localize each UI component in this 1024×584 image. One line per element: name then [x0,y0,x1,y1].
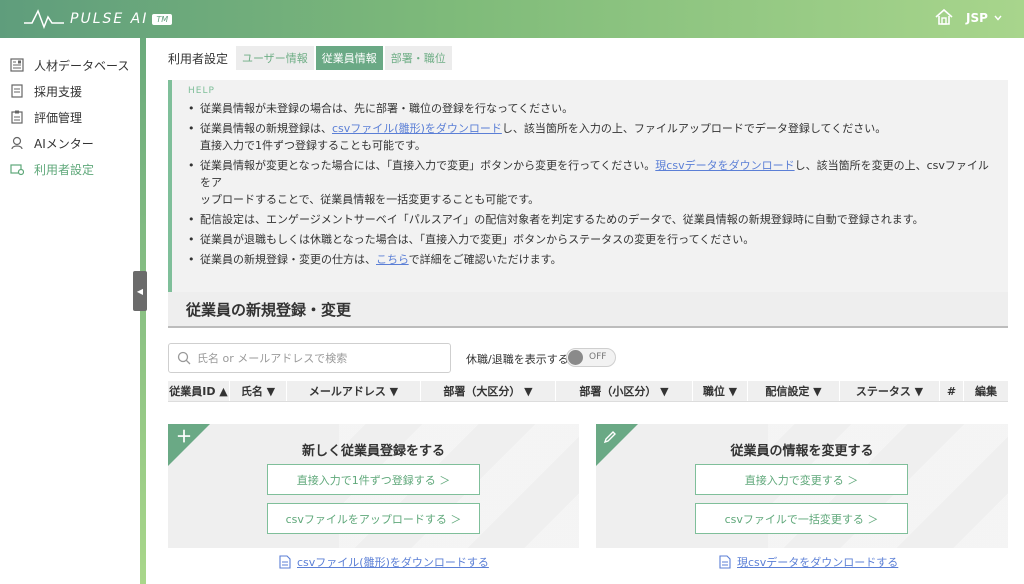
toggle-knob [568,350,583,365]
database-icon [10,58,24,72]
help-item: 従業員が退職もしくは休職となった場合は、「直接入力で変更」ボタンからステータスの… [188,231,996,248]
page-title: 利用者設定 [168,51,229,66]
sidebar-collapse-button[interactable]: ◀ [133,271,147,311]
column-status[interactable]: ステータス ▼ [840,381,940,401]
sidebar: 人材データベース 採用支援 評価管理 AIメンター 利用者設定 [0,38,140,584]
sidebar-item-evaluation[interactable]: 評価管理 [0,104,140,130]
home-icon[interactable] [934,7,954,27]
settings-icon [10,162,24,176]
sidebar-item-label: 評価管理 [34,110,83,125]
table-header: 従業員ID ▲ 氏名 ▼ メールアドレス ▼ 部署（大区分） ▼ 部署（小区分）… [168,381,1008,402]
help-label: HELP [188,86,215,96]
logo[interactable]: PULSE AI TM [24,9,173,29]
document-icon [10,84,24,98]
sidebar-item-label: 採用支援 [34,84,83,99]
column-delivery-setting[interactable]: 配信設定 ▼ [748,381,840,401]
tab-department-position[interactable]: 部署・職位 [384,46,452,70]
section-title: 従業員の新規登録・変更 [168,292,1008,328]
mentor-icon [10,136,24,150]
column-employee-id[interactable]: 従業員ID ▲ [168,381,230,401]
logo-tm: TM [152,13,173,25]
sidebar-item-recruit[interactable]: 採用支援 [0,78,140,104]
direct-edit-button[interactable]: 直接入力で変更する ＞ [695,464,908,495]
search-box[interactable] [168,343,451,373]
column-department-major[interactable]: 部署（大区分） ▼ [421,381,556,401]
chevron-down-icon [994,15,1002,21]
logo-text: PULSE AI [70,11,149,27]
sidebar-item-ai-mentor[interactable]: AIメンター [0,130,140,156]
column-name[interactable]: 氏名 ▼ [230,381,287,401]
help-item: 従業員情報が変更となった場合には、「直接入力で変更」ボタンから変更を行ってくださ… [188,157,996,208]
csv-template-download-link-bottom[interactable]: csvファイル(雛形)をダウンロードする [279,554,489,570]
search-input[interactable] [197,351,437,365]
chevron-left-icon: ◀ [136,286,144,296]
help-item: 従業員情報の新規登録は、csvファイル(雛形)をダウンロードし、該当箇所を入力の… [188,120,996,154]
current-csv-download-link[interactable]: 現csvデータをダウンロード [655,159,794,172]
new-employee-card: ＋ 新しく従業員登録をする 直接入力で1件ずつ登録する ＞ csvファイルをアッ… [168,424,579,548]
details-link[interactable]: こちら [376,253,409,266]
help-panel: HELP 従業員情報が未登録の場合は、先に部署・職位の登録を行なってください。 … [168,80,1008,300]
toggle-label: 休職/退職を表示する [466,353,569,366]
show-inactive-toggle[interactable]: OFF [566,348,616,367]
search-icon [177,351,191,365]
top-bar: PULSE AI TM JSP [0,0,1024,38]
direct-register-button[interactable]: 直接入力で1件ずつ登録する ＞ [267,464,480,495]
card-title: 新しく従業員登録をする [301,444,445,459]
user-label: JSP [966,11,988,25]
column-department-minor[interactable]: 部署（小区分） ▼ [556,381,693,401]
sidebar-accent-stripe [140,38,146,584]
current-csv-download-link-bottom[interactable]: 現csvデータをダウンロードする [719,554,898,570]
column-edit: 編集 [975,385,997,398]
column-email[interactable]: メールアドレス ▼ [287,381,421,401]
sidebar-item-label: 利用者設定 [34,162,95,177]
help-item: 従業員の新規登録・変更の仕方は、こちらで詳細をご確認いただけます。 [188,251,996,268]
csv-template-download-link[interactable]: csvファイル(雛形)をダウンロード [332,122,502,135]
settings-tabs: 利用者設定 ユーザー情報 従業員情報 部署・職位 [168,46,454,70]
user-menu[interactable]: JSP [966,11,1002,25]
column-position[interactable]: 職位 ▼ [693,381,748,401]
sidebar-item-database[interactable]: 人材データベース [0,52,140,78]
card-title: 従業員の情報を変更する [730,444,874,459]
file-download-icon [719,555,731,569]
toggle-state: OFF [589,352,607,362]
sidebar-item-label: 人材データベース [34,58,130,73]
edit-employee-card: 従業員の情報を変更する 直接入力で変更する ＞ csvファイルで一括変更する ＞ [596,424,1008,548]
tab-employee-info[interactable]: 従業員情報 [315,46,383,70]
clipboard-icon [10,110,24,124]
csv-bulk-edit-button[interactable]: csvファイルで一括変更する ＞ [695,503,908,534]
pulse-logo-icon [24,9,64,29]
csv-upload-button[interactable]: csvファイルをアップロードする ＞ [267,503,480,534]
help-item: 従業員情報が未登録の場合は、先に部署・職位の登録を行なってください。 [188,100,996,117]
file-download-icon [279,555,291,569]
sidebar-item-user-settings[interactable]: 利用者設定 [0,156,140,182]
help-item: 配信設定は、エンゲージメントサーベイ「パルスアイ」の配信対象者を判定するためのデ… [188,211,996,228]
column-number: # [940,381,964,401]
tab-user-info[interactable]: ユーザー情報 [236,46,314,70]
sidebar-item-label: AIメンター [34,136,94,151]
